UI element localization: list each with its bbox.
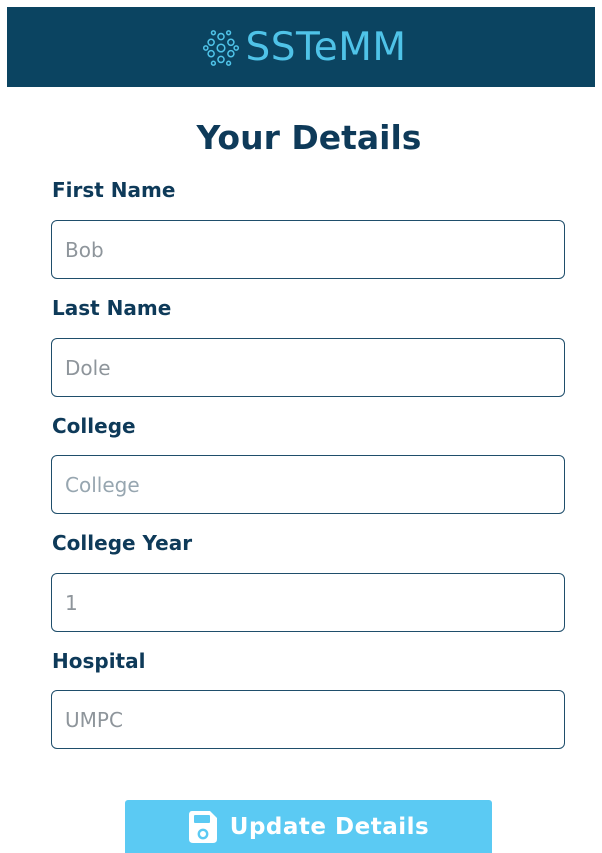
page-title: Your Details [196,118,422,157]
last-name-input[interactable] [51,338,565,397]
last-name-label: Last Name [52,296,172,320]
college-year-label: College Year [52,531,193,555]
hospital-input[interactable] [51,690,565,749]
update-details-label: Update Details [229,813,430,840]
college-year-input[interactable] [51,573,565,632]
floppy-disk-icon [188,810,217,843]
brand[interactable]: SSTeMM [202,25,407,70]
update-details-button[interactable]: Update Details [125,800,492,853]
first-name-input[interactable] [51,220,565,279]
molecule-logo-icon [202,30,239,66]
hospital-label: Hospital [52,649,146,673]
brand-name: SSTeMM [245,24,407,70]
first-name-label: First Name [52,178,176,202]
app-header: SSTeMM [7,7,595,87]
college-label: College [52,414,136,438]
college-input[interactable] [51,455,565,514]
